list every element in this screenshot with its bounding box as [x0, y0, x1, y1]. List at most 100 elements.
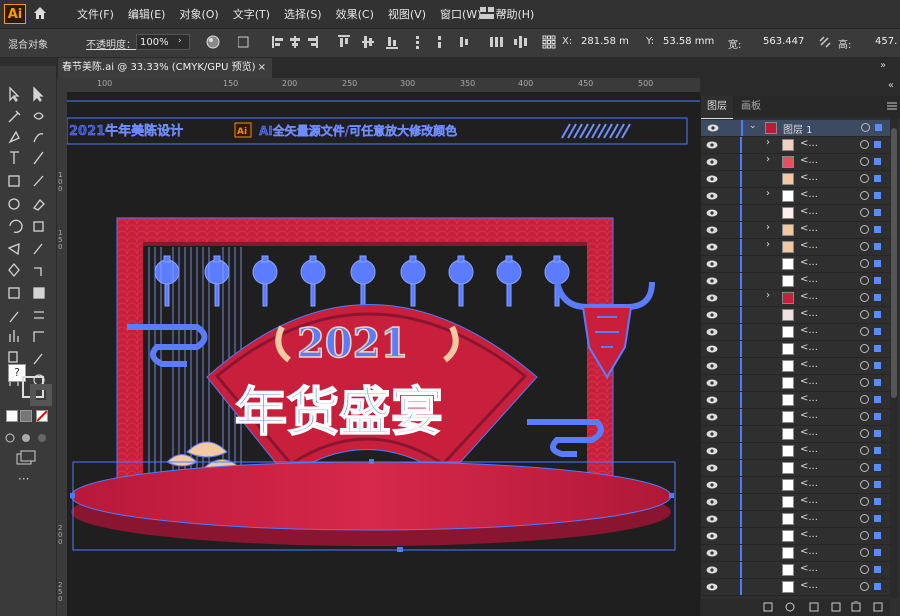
- target-icon[interactable]: [860, 174, 869, 183]
- selection-square[interactable]: [874, 566, 881, 573]
- y-input[interactable]: 53.58 mm: [660, 34, 720, 50]
- eye-icon[interactable]: [706, 294, 718, 302]
- sublayer-row[interactable]: <...: [700, 358, 890, 375]
- selection-square[interactable]: [874, 362, 881, 369]
- target-icon[interactable]: [860, 565, 869, 574]
- target-icon[interactable]: [860, 531, 869, 540]
- selection-square[interactable]: [874, 294, 881, 301]
- document-tab[interactable]: 春节美陈.ai @ 33.33% (CMYK/GPU 预览) ×: [58, 58, 272, 78]
- link-icon[interactable]: [818, 35, 832, 49]
- chevron-right-icon[interactable]: ›: [766, 239, 770, 250]
- layer-row-1[interactable]: ⌄ 图层 1: [701, 120, 891, 137]
- transform-grid-icon[interactable]: [542, 35, 556, 49]
- selection-square[interactable]: [874, 481, 881, 488]
- target-icon[interactable]: [860, 344, 869, 353]
- chevron-right-icon[interactable]: ›: [766, 188, 770, 199]
- target-icon[interactable]: [860, 327, 869, 336]
- eye-icon[interactable]: [706, 243, 718, 251]
- target-icon[interactable]: [860, 293, 869, 302]
- sublayer-row[interactable]: <...: [700, 528, 890, 545]
- sublayer-row[interactable]: <...: [700, 375, 890, 392]
- eye-icon[interactable]: [706, 532, 718, 540]
- sublayer-row[interactable]: <...: [700, 273, 890, 290]
- sublayer-row[interactable]: <...: [700, 545, 890, 562]
- selection-square[interactable]: [874, 430, 881, 437]
- chevron-right-icon[interactable]: ›: [766, 290, 770, 301]
- sublayer-row[interactable]: <...: [700, 426, 890, 443]
- sublayer-row[interactable]: › <...: [700, 222, 890, 239]
- sublayer-row[interactable]: <...: [700, 562, 890, 579]
- selection-square[interactable]: [874, 226, 881, 233]
- target-icon[interactable]: [860, 191, 869, 200]
- menu-view[interactable]: 视图(V): [381, 6, 433, 22]
- eye-icon[interactable]: [706, 464, 718, 472]
- sublayer-row[interactable]: <...: [700, 171, 890, 188]
- selection-square[interactable]: [874, 260, 881, 267]
- target-icon[interactable]: [860, 395, 869, 404]
- home-icon[interactable]: [32, 5, 48, 21]
- menu-edit[interactable]: 编辑(E): [121, 6, 173, 22]
- target-icon[interactable]: [860, 463, 869, 472]
- target-icon[interactable]: [860, 361, 869, 370]
- eye-icon[interactable]: [706, 158, 718, 166]
- layers-scrollbar[interactable]: [890, 118, 898, 598]
- sublayer-row[interactable]: <...: [700, 443, 890, 460]
- expand-panel-icon[interactable]: »: [880, 60, 886, 71]
- opacity-input[interactable]: 100%: [136, 34, 190, 50]
- chevron-right-icon[interactable]: ›: [766, 222, 770, 233]
- eye-icon[interactable]: [706, 549, 718, 557]
- target-icon[interactable]: [860, 225, 869, 234]
- eye-icon[interactable]: [706, 209, 718, 217]
- scrollbar-thumb[interactable]: [891, 128, 897, 398]
- eye-icon[interactable]: [706, 175, 718, 183]
- sublayer-row[interactable]: › <...: [700, 137, 890, 154]
- menu-file[interactable]: 文件(F): [70, 6, 121, 22]
- stroke-swatch[interactable]: [30, 384, 52, 406]
- selection-square[interactable]: [874, 209, 881, 216]
- selection-square[interactable]: [874, 243, 881, 250]
- selection-square[interactable]: [874, 192, 881, 199]
- target-icon[interactable]: [860, 140, 869, 149]
- target-icon[interactable]: [860, 514, 869, 523]
- selection-square[interactable]: [874, 396, 881, 403]
- target-icon[interactable]: [860, 429, 869, 438]
- panel-footer-icons[interactable]: [762, 601, 886, 613]
- sublayer-row[interactable]: › <...: [700, 239, 890, 256]
- height-input[interactable]: 457.: [872, 34, 900, 50]
- target-icon[interactable]: [860, 157, 869, 166]
- workspace-icon[interactable]: [480, 6, 508, 20]
- target-icon[interactable]: [861, 123, 870, 132]
- selection-square[interactable]: [874, 311, 881, 318]
- selection-square[interactable]: [874, 379, 881, 386]
- selection-square[interactable]: [874, 498, 881, 505]
- panel-menu-icon[interactable]: [887, 101, 897, 114]
- selection-square[interactable]: [874, 158, 881, 165]
- selection-square[interactable]: [874, 549, 881, 556]
- artwork[interactable]: 2021牛年美陈设计 Ai AI全矢量源文件/可任意放大修改颜色 2021 年货…: [67, 92, 700, 616]
- sublayer-row[interactable]: <...: [700, 579, 890, 596]
- chevron-down-icon[interactable]: ⌄: [749, 121, 757, 131]
- sublayer-row[interactable]: › <...: [700, 188, 890, 205]
- selection-square[interactable]: [874, 413, 881, 420]
- none-mode-icon[interactable]: [36, 410, 48, 422]
- sublayer-row[interactable]: <...: [700, 307, 890, 324]
- chevron-right-icon[interactable]: ›: [766, 154, 770, 165]
- eye-icon[interactable]: [706, 141, 718, 149]
- stage-top[interactable]: [70, 461, 672, 531]
- selection-square[interactable]: [874, 515, 881, 522]
- target-icon[interactable]: [860, 446, 869, 455]
- x-input[interactable]: 281.58 m: [578, 34, 636, 50]
- target-icon[interactable]: [860, 497, 869, 506]
- eye-icon[interactable]: [706, 566, 718, 574]
- tab-artboards[interactable]: 画板: [735, 96, 767, 118]
- sublayer-row[interactable]: <...: [700, 409, 890, 426]
- eye-icon[interactable]: [706, 481, 718, 489]
- target-icon[interactable]: [860, 259, 869, 268]
- recolor-icon[interactable]: [206, 35, 220, 49]
- sublayer-row[interactable]: <...: [700, 256, 890, 273]
- close-tab-icon[interactable]: ×: [258, 58, 266, 78]
- selection-square[interactable]: [874, 464, 881, 471]
- selection-square[interactable]: [874, 141, 881, 148]
- sublayer-row[interactable]: <...: [700, 511, 890, 528]
- eye-icon[interactable]: [706, 498, 718, 506]
